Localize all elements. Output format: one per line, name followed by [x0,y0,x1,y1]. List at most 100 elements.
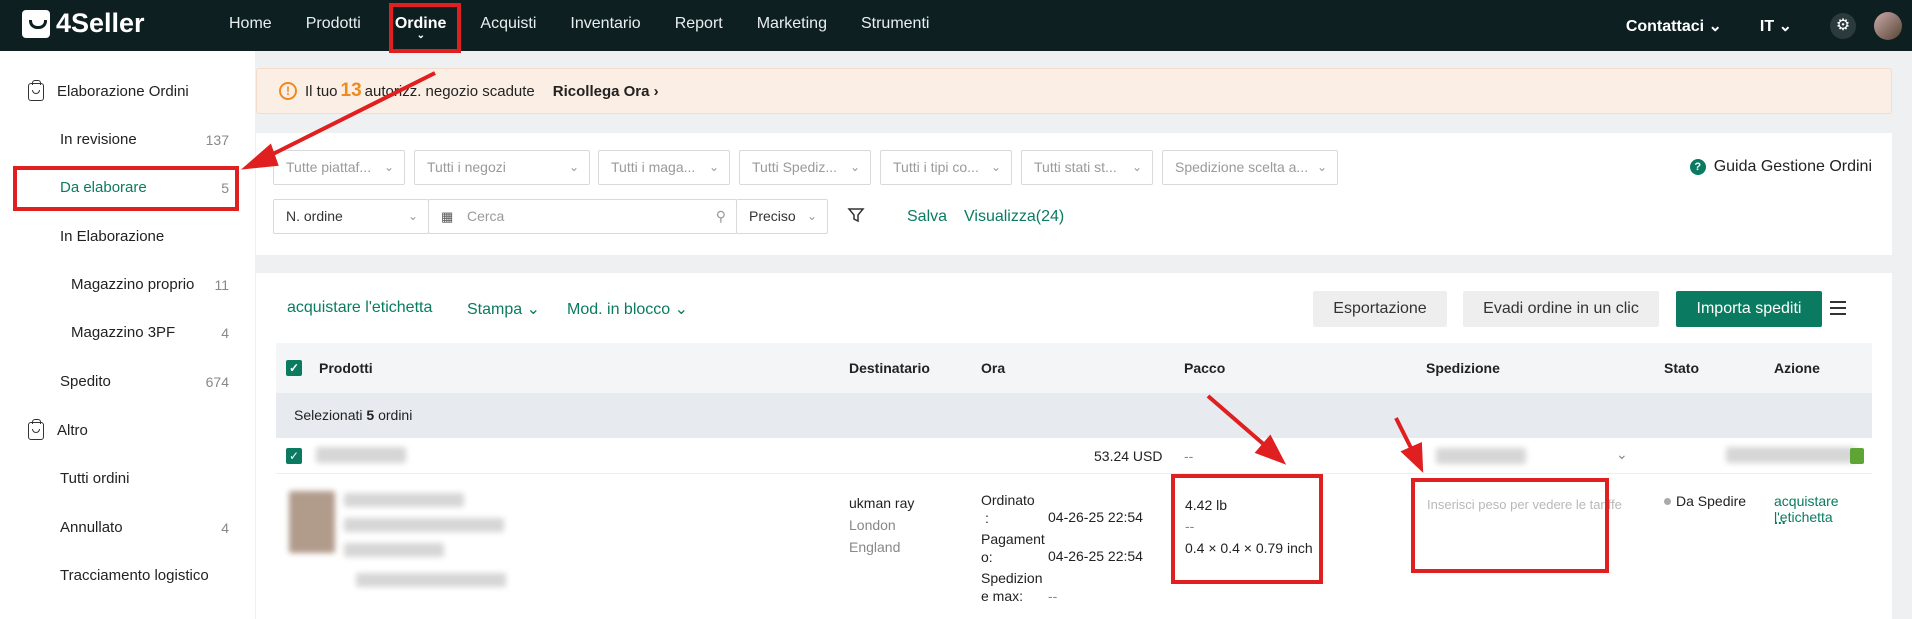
time-ship-label-2: e max: [981,588,1024,604]
chevron-down-icon: ⌄ [708,160,719,174]
order-checkbox[interactable]: ✓ [286,448,302,464]
sidebar-item-label: In revisione [60,131,137,148]
more-actions[interactable]: ... [1774,511,1786,527]
top-nav-bar: 4Seller Home Prodotti Ordine ⌄ Acquisti … [0,0,1912,51]
sidebar-item-label: Tracciamento logistico [60,567,209,584]
time-paid: 04-26-25 22:54 [1048,548,1143,564]
sidebar-section-label: Altro [57,422,88,439]
nav-acquisti[interactable]: Acquisti [463,0,553,51]
contact-label: Contattaci [1625,17,1705,35]
banner-suffix: autorizz. negozio scadute [364,82,535,100]
table-header: ✓ Prodotti Destinatario Ora Pacco Spediz… [276,343,1872,393]
one-click-fulfill-button[interactable]: Evadi ordine in un clic [1463,291,1659,327]
recipient-name: ukman ray [849,495,915,511]
sidebar-item-count: 4 [221,520,229,536]
sidebar-item-tracciamento[interactable]: Tracciamento logistico [0,552,255,600]
selection-summary: Selezionati 5 ordini [276,393,1872,438]
shipping-select[interactable]: Tutti Spediz... ⌄ [739,150,871,185]
product-detail-redacted [344,543,444,557]
platform-select[interactable]: Tutte piattaf... ⌄ [273,150,405,185]
sidebar-item-annullato[interactable]: Annullato 4 [0,504,255,552]
nav-inventario[interactable]: Inventario [553,0,657,51]
product-detail-redacted [356,573,506,587]
bulk-label: Mod. in blocco [567,301,671,318]
shop-select[interactable]: Tutti i negozi ⌄ [414,150,590,185]
selection-prefix: Selezionati [294,407,363,423]
column-header: Prodotti [319,360,373,376]
warehouse-select[interactable]: Tutti i maga... ⌄ [598,150,730,185]
sidebar-item-in-elaborazione[interactable]: In Elaborazione [0,213,255,261]
annotation-box-sidebar [13,166,239,211]
status-select[interactable]: Tutti stati st... ⌄ [1021,150,1153,185]
language-menu[interactable]: IT ⌄ [1760,16,1792,36]
filter-icon[interactable] [847,206,865,224]
sidebar-section-label: Elaborazione Ordini [57,83,189,100]
chevron-down-icon: ⌄ [1708,17,1722,35]
nav-strumenti[interactable]: Strumenti [844,0,946,51]
select-all-checkbox[interactable]: ✓ [286,360,302,376]
order-guide-link[interactable]: ? Guida Gestione Ordini [1689,158,1872,176]
order-status: Da Spedire [1664,493,1746,509]
search-type-select[interactable]: N. ordine ⌄ [273,199,429,234]
time-ordered: 04-26-25 22:54 [1048,509,1143,525]
banner-count: 13 [340,80,362,101]
sidebar-section-orders[interactable]: Elaborazione Ordini [0,68,255,116]
view-filter-button[interactable]: Visualizza(24) [964,208,1064,226]
export-button[interactable]: Esportazione [1313,291,1447,327]
order-summary-row: ✓ 53.24 USD -- ⌄ [276,438,1872,474]
sidebar-item-in-revisione[interactable]: In revisione 137 [0,116,255,164]
sidebar-item-tutti-ordini[interactable]: Tutti ordini [0,455,255,503]
help-icon: ? [1689,159,1706,175]
save-filter-button[interactable]: Salva [907,208,947,226]
chevron-down-icon: ⌄ [849,160,860,174]
import-shipped-button[interactable]: Importa spediti [1676,291,1822,327]
chevron-down-icon: ⌄ [526,301,540,318]
logo-text: 4Seller [56,8,145,38]
chevron-right-icon: › [653,82,659,100]
chevron-down-icon[interactable]: ⌄ [1616,446,1628,463]
nav-home[interactable]: Home [212,0,289,51]
main-nav: Home Prodotti Ordine ⌄ Acquisti Inventar… [212,0,946,51]
product-sku-redacted [344,518,504,532]
chevron-down-icon: ⌄ [407,209,418,223]
sidebar-item-magazzino-3pf[interactable]: Magazzino 3PF 4 [0,309,255,357]
column-settings-icon[interactable] [1830,301,1846,315]
reconnect-label: Ricollega Ora [552,82,650,100]
sidebar-section-altro[interactable]: Altro [0,407,255,455]
sidebar-item-spedito[interactable]: Spedito 674 [0,358,255,406]
select-value: Tutti i negozi [427,159,506,175]
product-title-redacted [344,493,464,507]
avatar[interactable] [1874,11,1902,40]
sidebar-item-magazzino-proprio[interactable]: Magazzino proprio 11 [0,261,255,309]
chevron-down-icon: ⌄ [568,160,579,174]
bulk-edit-menu[interactable]: Mod. in blocco ⌄ [567,299,688,319]
nav-report[interactable]: Report [658,0,740,51]
buy-label-action[interactable]: acquistare l'etichetta [1774,493,1892,525]
sidebar: Elaborazione Ordini In revisione 137 Da … [0,51,255,619]
nav-prodotti[interactable]: Prodotti [289,0,378,51]
nav-marketing[interactable]: Marketing [740,0,844,51]
time-ordered-label: Ordinato [981,492,1035,508]
select-value: Tutte piattaf... [286,159,372,175]
clipboard-icon [28,80,44,101]
sidebar-item-label: Annullato [60,519,123,536]
select-value: Tutti i tipi co... [893,159,979,175]
clipboard-icon [28,419,44,440]
chevron-down-icon: ⌄ [990,160,1001,174]
reconnect-link[interactable]: Ricollega Ora › [553,83,659,100]
shopify-icon [1850,448,1864,464]
match-mode-select[interactable]: Preciso ⌄ [736,199,828,234]
shipping-choice-select[interactable]: Spedizione scelta a... ⌄ [1162,150,1338,185]
sidebar-item-label: Magazzino proprio [71,276,195,293]
buy-label-button[interactable]: acquistare l'etichetta [287,299,432,317]
logo[interactable]: 4Seller [22,8,145,39]
column-header: Azione [1774,360,1820,376]
contact-menu[interactable]: Contattaci ⌄ [1626,16,1722,36]
chevron-down-icon: ⌄ [1131,160,1142,174]
gear-icon[interactable]: ⚙ [1830,12,1856,39]
type-select[interactable]: Tutti i tipi co... ⌄ [880,150,1012,185]
search-input[interactable]: ▦ Cerca ⚲ [428,199,737,234]
print-menu[interactable]: Stampa ⌄ [467,299,540,319]
sidebar-item-count: 137 [205,132,229,148]
time-paid-label-2: o: [981,549,993,565]
